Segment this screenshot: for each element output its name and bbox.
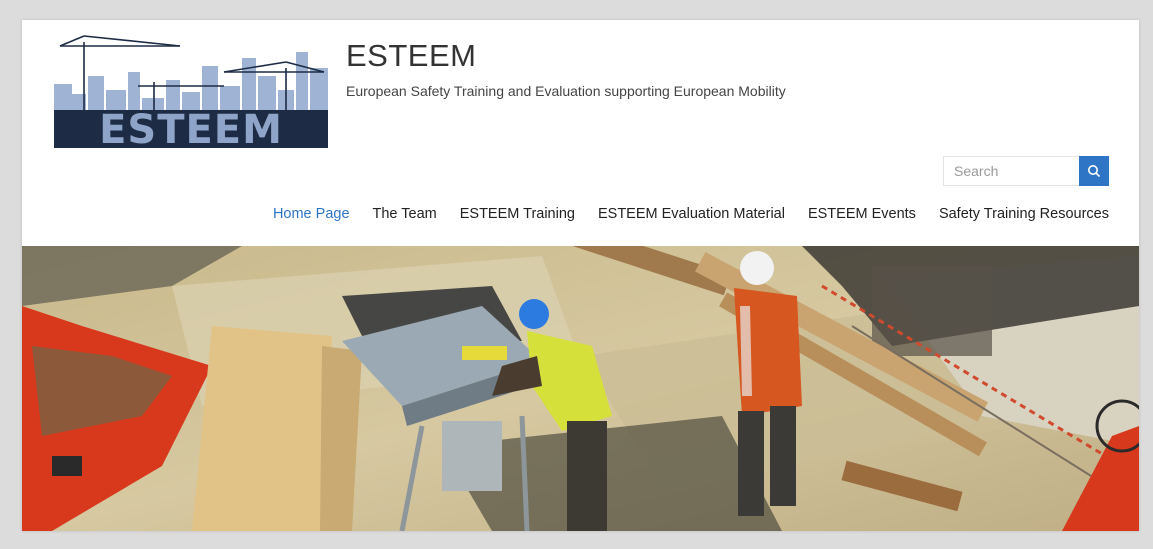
page-container: ESTEEM ESTEEM European Safety Training a…	[22, 20, 1139, 531]
nav-esteem-training[interactable]: ESTEEM Training	[460, 206, 575, 222]
nav-home-page[interactable]: Home Page	[273, 206, 350, 222]
search-button[interactable]	[1079, 156, 1109, 186]
nav-esteem-events[interactable]: ESTEEM Events	[808, 206, 916, 222]
site-tagline: European Safety Training and Evaluation …	[346, 83, 786, 99]
search-form	[943, 156, 1109, 186]
nav-esteem-evaluation-material[interactable]: ESTEEM Evaluation Material	[598, 206, 785, 222]
site-logo[interactable]: ESTEEM	[54, 32, 328, 153]
hero-image	[22, 246, 1139, 531]
site-title[interactable]: ESTEEM	[346, 38, 476, 74]
logo-wordmark: ESTEEM	[99, 107, 283, 148]
nav-the-team[interactable]: The Team	[373, 206, 437, 222]
nav-safety-training-resources[interactable]: Safety Training Resources	[939, 206, 1109, 222]
search-icon	[1088, 165, 1101, 178]
search-input[interactable]	[943, 156, 1079, 186]
main-nav: Home Page The Team ESTEEM Training ESTEE…	[273, 206, 1109, 222]
